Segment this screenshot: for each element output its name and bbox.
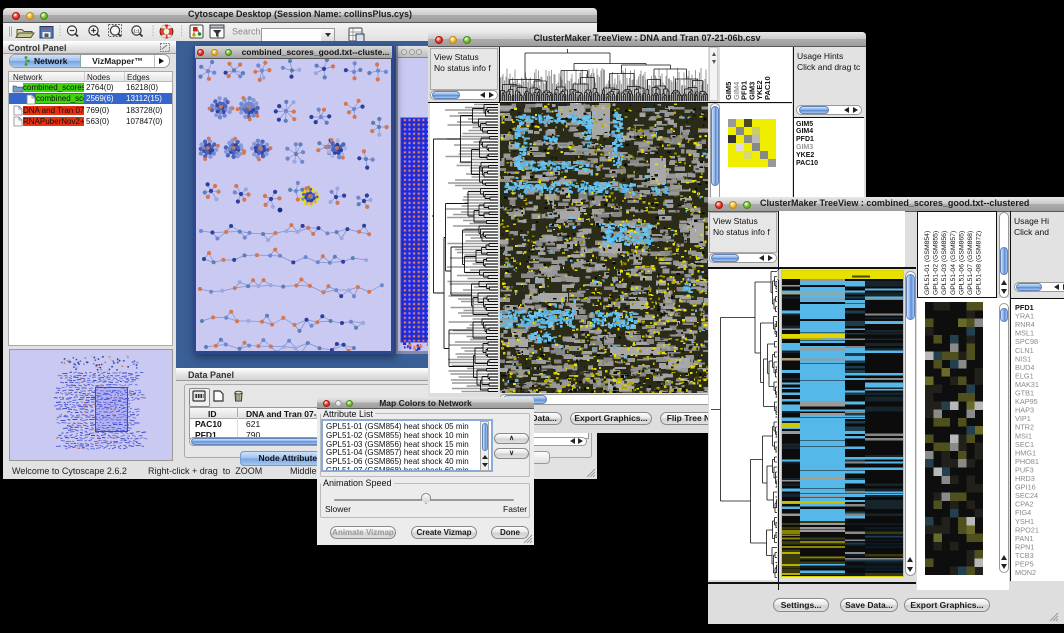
svg-text:Search:: Search: <box>232 27 263 37</box>
svg-text:GPL51-06 (GSM865): GPL51-06 (GSM865) <box>958 231 965 295</box>
svg-text:PAC10: PAC10 <box>763 76 772 100</box>
svg-text:MON2: MON2 <box>1015 568 1036 577</box>
svg-text:GPL51-04 (GSM857): GPL51-04 (GSM857) <box>950 231 957 295</box>
svg-text:GPL51-07 (GSM868): GPL51-07 (GSM868) <box>967 231 974 295</box>
svg-text:GPL51-02 (GSM855): GPL51-02 (GSM855) <box>933 231 940 295</box>
svg-text:GPL51-01 (GSM854): GPL51-01 (GSM854) <box>924 231 931 295</box>
svg-text:GPL51-08 (GSM872): GPL51-08 (GSM872) <box>976 231 983 295</box>
svg-text:1:1: 1:1 <box>133 28 140 33</box>
svg-text:GPL51-03 (GSM856): GPL51-03 (GSM856) <box>941 231 948 295</box>
